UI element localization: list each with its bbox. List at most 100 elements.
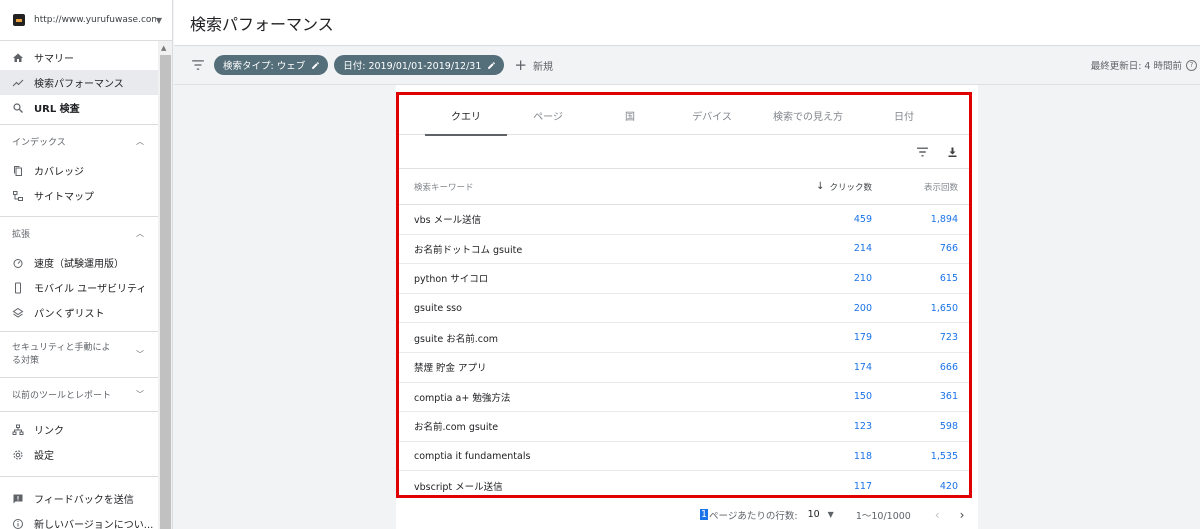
sidebar-item-links[interactable]: リンク: [0, 417, 158, 442]
sidebar-scrollbar[interactable]: ▲: [158, 41, 172, 529]
rows-per-page-select[interactable]: 10: [808, 509, 820, 520]
search-type-filter-chip[interactable]: 検索タイプ: ウェブ: [214, 55, 329, 75]
tab-queries[interactable]: クエリ: [425, 95, 507, 136]
cell-impressions: 420: [939, 480, 958, 492]
previous-page-icon[interactable]: ‹: [935, 508, 940, 522]
cell-clicks: 118: [853, 450, 872, 462]
sidebar-item-speed[interactable]: 速度（試験運用版）: [0, 250, 158, 275]
section-legacy-tools-header[interactable]: 以前のツールとレポート ﹀: [0, 377, 158, 411]
sidebar: http://www.yurufuwase.com/ ▼ サマリー 検索パフォー…: [0, 0, 173, 529]
sidebar-item-label: リンク: [34, 426, 64, 437]
sidebar-item-url-inspection[interactable]: URL 検査: [0, 95, 158, 120]
trending-up-icon: [12, 77, 24, 89]
table-row[interactable]: お名前.com gsuite 123 598: [399, 412, 969, 442]
tab-countries[interactable]: 国: [589, 95, 671, 135]
column-header-keyword[interactable]: 検索キーワード: [414, 181, 474, 193]
table-row[interactable]: comptia it fundamentals 118 1,535: [399, 442, 969, 472]
table-row[interactable]: gsuite お名前.com 179 723: [399, 323, 969, 353]
caret-down-icon: ▼: [155, 15, 162, 25]
table-row[interactable]: vbs メール送信 459 1,894: [399, 205, 969, 235]
chevron-down-icon: ﹀: [136, 350, 144, 359]
tab-dates[interactable]: 日付: [863, 95, 945, 135]
sidebar-item-label: 速度（試験運用版）: [34, 259, 124, 270]
feedback-icon: [12, 493, 24, 505]
links-icon: [12, 424, 24, 436]
sidebar-item-mobile-usability[interactable]: モバイル ユーザビリティ: [0, 275, 158, 300]
cell-clicks: 214: [853, 243, 872, 255]
cell-keyword: vbscript メール送信: [414, 482, 503, 494]
filter-icon[interactable]: [191, 59, 205, 71]
download-icon[interactable]: [946, 146, 959, 158]
sidebar-item-label: サマリー: [34, 54, 74, 65]
cell-keyword: gsuite sso: [414, 302, 462, 314]
pencil-icon: [312, 61, 320, 69]
pagination: 1 ページあたりの行数: 10 ▼ 1～10/1000 ‹ ›: [396, 500, 978, 529]
sidebar-item-new-version-info[interactable]: 新しいバージョンについ...: [0, 511, 158, 529]
chip-label: 日付: 2019/01/01-2019/12/31: [343, 61, 482, 72]
sidebar-item-coverage[interactable]: カバレッジ: [0, 158, 158, 183]
gear-icon: [12, 449, 24, 461]
table-row[interactable]: comptia a+ 勉強方法 150 361: [399, 383, 969, 413]
tab-label: ページ: [533, 111, 563, 123]
cell-keyword: お名前ドットコム gsuite: [414, 244, 523, 256]
property-url: http://www.yurufuwase.com/: [34, 15, 156, 25]
sidebar-item-sitemaps[interactable]: サイトマップ: [0, 183, 158, 208]
table-body: vbs メール送信 459 1,894 お名前ドットコム gsuite 214 766 py…: [399, 205, 969, 501]
cell-keyword: python サイコロ: [414, 274, 489, 286]
cell-clicks: 123: [853, 420, 872, 432]
table-row[interactable]: gsuite sso 200 1,650: [399, 294, 969, 324]
sidebar-item-label: 新しいバージョンについ...: [34, 520, 154, 529]
new-filter-button[interactable]: + 新規: [514, 55, 553, 74]
cell-impressions: 766: [939, 243, 958, 255]
tab-pages[interactable]: ページ: [507, 95, 589, 135]
search-icon: [12, 102, 24, 114]
cell-impressions: 723: [939, 332, 958, 344]
date-filter-chip[interactable]: 日付: 2019/01/01-2019/12/31: [334, 55, 505, 75]
table-header: 検索キーワード ↓ クリック数 表示回数: [399, 169, 969, 205]
tab-search-appearance[interactable]: 検索での見え方: [753, 95, 863, 135]
table-row[interactable]: 禁煙 貯金 アプリ 174 666: [399, 353, 969, 383]
help-icon[interactable]: ?: [1186, 59, 1197, 71]
chip-label: 検索タイプ: ウェブ: [223, 61, 306, 72]
selection-highlight: 1: [700, 509, 709, 520]
section-enhancements-header[interactable]: 拡張 ︿: [0, 216, 158, 250]
filter-rows-icon[interactable]: [916, 146, 929, 158]
column-header-impressions[interactable]: 表示回数: [924, 181, 958, 193]
page-title: 検索パフォーマンス: [190, 14, 334, 34]
table-row[interactable]: お名前ドットコム gsuite 214 766: [399, 235, 969, 265]
highlighted-table-card: クエリ ページ 国 デバイス 検索での見え方 日付 検索キーワード ↓ クリック…: [396, 92, 972, 498]
tab-devices[interactable]: デバイス: [671, 95, 753, 135]
sidebar-item-settings[interactable]: 設定: [0, 442, 158, 467]
cell-keyword: gsuite お名前.com: [414, 333, 499, 345]
sidebar-item-breadcrumbs[interactable]: パンくずリスト: [0, 300, 158, 325]
column-header-clicks[interactable]: ↓ クリック数: [816, 181, 872, 193]
section-label: 拡張: [12, 230, 31, 240]
cell-keyword: vbs メール送信: [414, 215, 482, 227]
dimension-tabs: クエリ ページ 国 デバイス 検索での見え方 日付: [399, 95, 969, 136]
cell-impressions: 1,535: [930, 450, 958, 462]
info-icon: [12, 518, 24, 529]
property-selector[interactable]: http://www.yurufuwase.com/ ▼: [0, 0, 172, 41]
plus-icon: +: [514, 55, 527, 74]
section-label: 以前のツールとレポート: [12, 391, 112, 401]
caret-down-icon[interactable]: ▼: [828, 510, 834, 519]
main-scrollbar[interactable]: [1184, 85, 1200, 529]
section-index-header[interactable]: インデックス ︿: [0, 124, 158, 158]
section-security-header[interactable]: セキュリティと手動によ る対策 ﹀: [0, 331, 158, 377]
sidebar-scrollbar-thumb[interactable]: [160, 55, 171, 529]
sidebar-item-label: 設定: [34, 451, 54, 462]
sidebar-item-performance[interactable]: 検索パフォーマンス: [0, 70, 158, 95]
sidebar-item-label: カバレッジ: [34, 167, 84, 178]
table-row[interactable]: python サイコロ 210 615: [399, 264, 969, 294]
tab-label: 検索での見え方: [773, 111, 843, 123]
last-updated-text: 最終更新日: 4 時間前: [1090, 61, 1182, 72]
table-row[interactable]: vbscript メール送信 117 420: [399, 471, 969, 501]
sitemap-icon: [12, 190, 24, 202]
sidebar-item-summary[interactable]: サマリー: [0, 45, 158, 70]
next-page-icon[interactable]: ›: [960, 508, 965, 522]
speed-icon: [12, 257, 24, 269]
sidebar-item-feedback[interactable]: フィードバックを送信: [0, 486, 158, 511]
sidebar-item-label: サイトマップ: [34, 192, 94, 203]
scroll-up-arrow-icon[interactable]: ▲: [161, 44, 166, 52]
cell-impressions: 615: [939, 272, 958, 284]
